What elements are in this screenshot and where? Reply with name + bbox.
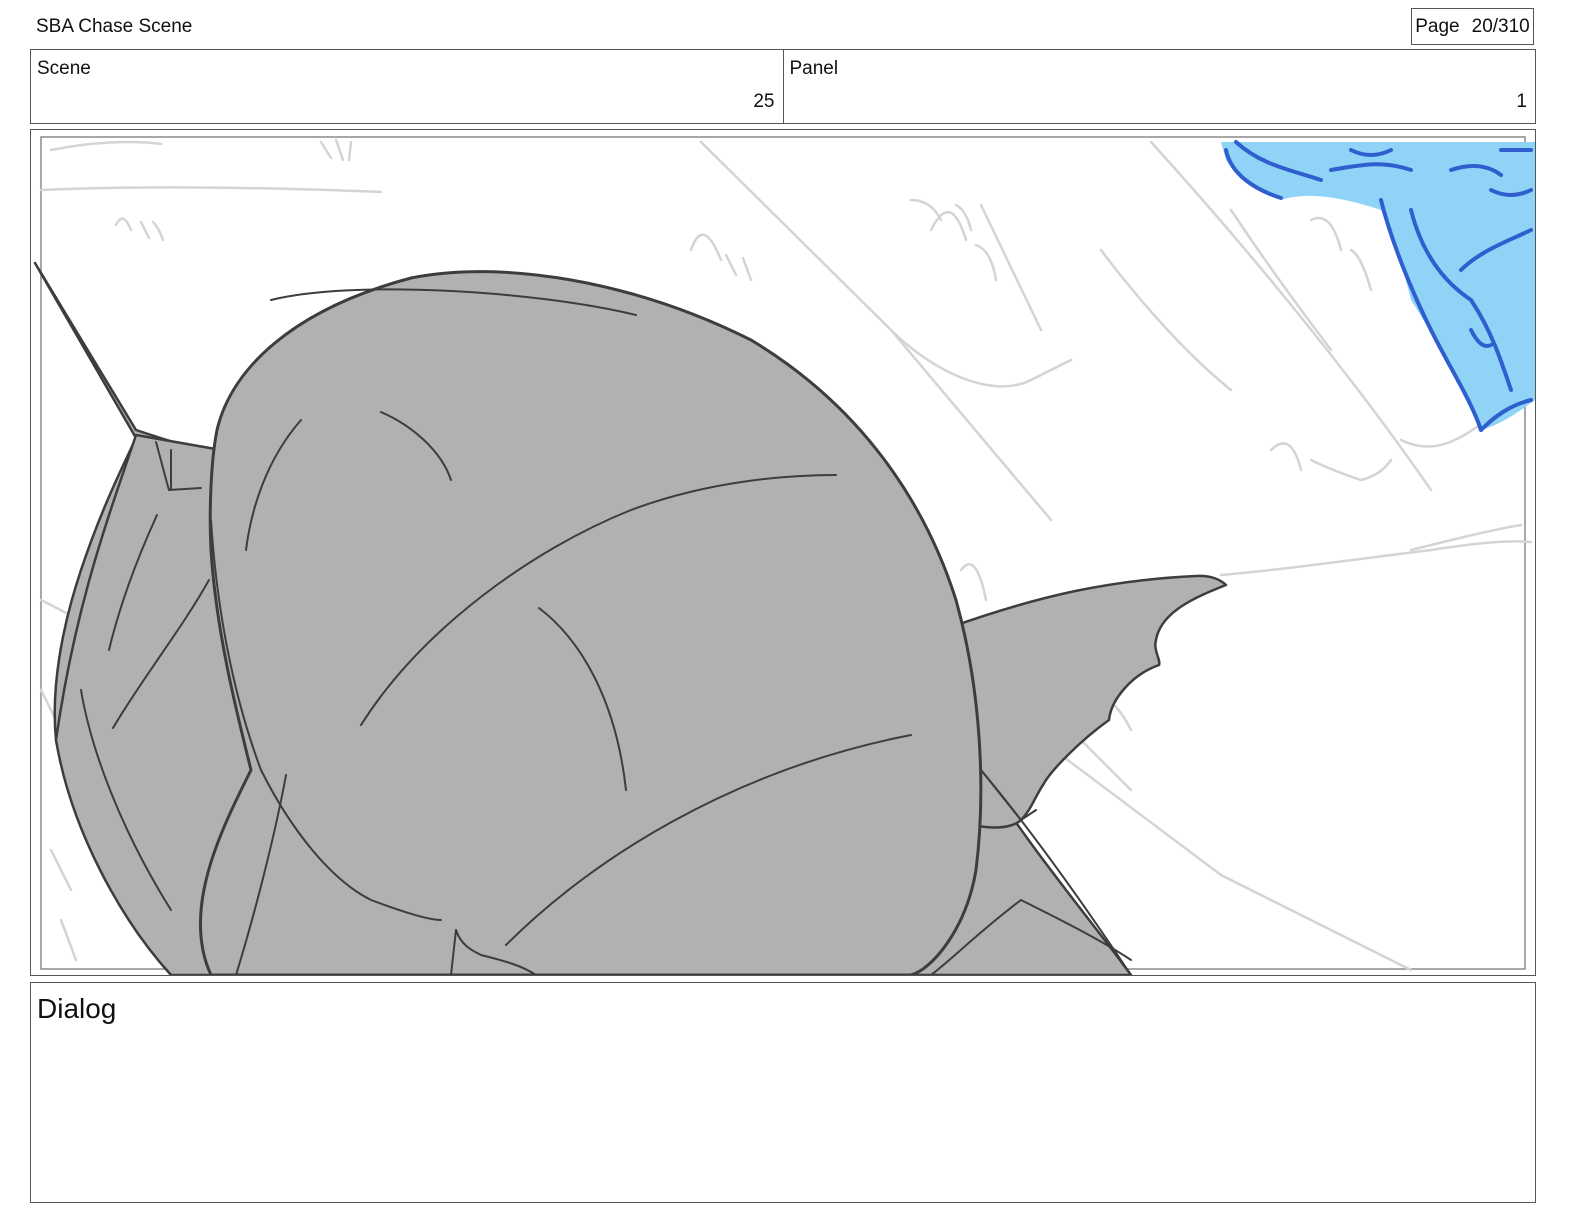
document-title: SBA Chase Scene	[36, 16, 193, 37]
creature-right-wing	[949, 574, 1228, 829]
panel-cell: Panel 1	[782, 50, 1536, 123]
blue-character-sketch	[1221, 140, 1535, 432]
panel-number: 1	[1516, 91, 1527, 112]
page-label: Page	[1415, 15, 1460, 37]
scene-panel-header: Scene 25 Panel 1	[30, 49, 1536, 124]
page-number: 20/310	[1471, 15, 1530, 37]
scene-label: Scene	[37, 58, 91, 79]
dialog-label: Dialog	[37, 993, 117, 1024]
storyboard-panel	[30, 129, 1536, 976]
page-indicator: Page 20/310	[1411, 8, 1534, 45]
panel-drawing	[33, 136, 1535, 975]
creature-head-dome	[198, 270, 983, 975]
scene-cell: Scene 25	[31, 50, 783, 123]
panel-label: Panel	[789, 58, 839, 79]
scene-number: 25	[753, 91, 775, 112]
dialog-section: Dialog	[30, 982, 1536, 1203]
